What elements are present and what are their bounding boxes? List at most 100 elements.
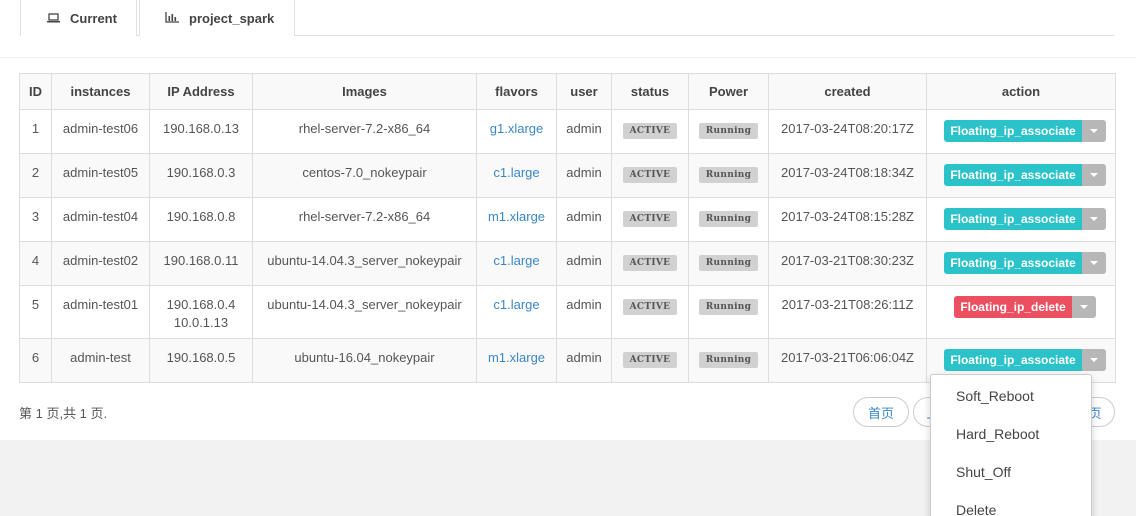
- table-row: 1 admin-test06 190.168.0.13 rhel-server-7.2…: [19, 109, 1116, 154]
- action-button-group: Floating_ip_associate: [944, 252, 1106, 274]
- ip-primary: 190.168.0.3: [166, 165, 236, 180]
- power-badge: Running: [698, 167, 759, 183]
- action-button[interactable]: Floating_ip_associate: [944, 252, 1082, 274]
- cell-instance: admin-test01: [51, 285, 150, 339]
- cell-image: ubuntu-14.04.3_server_nokeypair: [252, 241, 477, 286]
- instances-table: ID instances IP Address Images flavors u…: [19, 73, 1116, 383]
- tab-project-spark[interactable]: project_spark: [139, 0, 295, 36]
- action-dropdown-toggle[interactable]: [1081, 252, 1106, 274]
- action-dropdown-toggle[interactable]: [1081, 208, 1106, 230]
- tab-current-label: Current: [70, 10, 117, 26]
- ip-primary: 190.168.0.5: [166, 350, 236, 365]
- tab-bar: Current project_spark: [20, 0, 1114, 36]
- power-badge: Running: [698, 299, 759, 315]
- cell-id: 3: [19, 197, 52, 242]
- col-header-images[interactable]: Images: [252, 73, 477, 110]
- col-header-power[interactable]: Power: [688, 73, 769, 110]
- status-badge: ACTIVE: [622, 352, 678, 368]
- status-badge: ACTIVE: [622, 299, 678, 315]
- cell-created: 2017-03-21T08:26:11Z: [768, 285, 927, 339]
- col-header-ip-address[interactable]: IP Address: [149, 73, 253, 110]
- action-button[interactable]: Floating_ip_delete: [954, 296, 1072, 318]
- flavor-link[interactable]: m1.xlarge: [488, 350, 545, 365]
- menu-item-delete[interactable]: Delete: [931, 491, 1091, 516]
- divider: [0, 57, 1136, 58]
- action-button[interactable]: Floating_ip_associate: [944, 349, 1082, 371]
- tab-current[interactable]: Current: [20, 0, 137, 36]
- ip-secondary: 10.0.1.13: [173, 315, 229, 330]
- table-row: 4 admin-test02 190.168.0.11 ubuntu-14.04.3_…: [19, 241, 1116, 286]
- cell-image: rhel-server-7.2-x86_64: [252, 109, 477, 154]
- flavor-link[interactable]: c1.large: [493, 253, 539, 268]
- cell-id: 5: [19, 285, 52, 339]
- flavor-link[interactable]: c1.large: [493, 297, 539, 312]
- action-button[interactable]: Floating_ip_associate: [944, 208, 1082, 230]
- menu-item-shut-off[interactable]: Shut_Off: [931, 453, 1091, 491]
- cell-id: 1: [19, 109, 52, 154]
- ip-primary: 190.168.0.4: [166, 297, 236, 312]
- menu-item-hard-reboot[interactable]: Hard_Reboot: [931, 415, 1091, 453]
- power-badge: Running: [698, 123, 759, 139]
- col-header-flavors[interactable]: flavors: [476, 73, 557, 110]
- power-badge: Running: [698, 255, 759, 271]
- action-button-group: Floating_ip_associate: [944, 208, 1106, 230]
- col-header-instances[interactable]: instances: [51, 73, 150, 110]
- cell-flavor: c1.large: [476, 285, 557, 339]
- cell-instance: admin-test06: [51, 109, 150, 154]
- laptop-icon: [47, 11, 60, 26]
- action-button[interactable]: Floating_ip_associate: [944, 120, 1082, 142]
- cell-instance: admin-test: [51, 338, 150, 383]
- cell-flavor: c1.large: [476, 241, 557, 286]
- cell-created: 2017-03-24T08:20:17Z: [768, 109, 927, 154]
- status-badge: ACTIVE: [622, 167, 678, 183]
- cell-created: 2017-03-24T08:15:28Z: [768, 197, 927, 242]
- cell-image: ubuntu-14.04.3_server_nokeypair: [252, 285, 477, 339]
- cell-flavor: m1.xlarge: [476, 338, 557, 383]
- cell-created: 2017-03-21T08:30:23Z: [768, 241, 927, 286]
- flavor-link[interactable]: m1.xlarge: [488, 209, 545, 224]
- cell-action: Floating_ip_associate: [926, 241, 1116, 286]
- col-header-status[interactable]: status: [611, 73, 689, 110]
- col-header-created[interactable]: created: [768, 73, 927, 110]
- first-page-button[interactable]: 首页: [853, 397, 909, 427]
- cell-image: centos-7.0_nokeypair: [252, 153, 477, 198]
- cell-created: 2017-03-21T06:06:04Z: [768, 338, 927, 383]
- caret-down-icon: [1089, 129, 1098, 133]
- cell-ip: 190.168.0.11: [149, 241, 253, 286]
- cell-user: admin: [556, 338, 612, 383]
- action-dropdown-toggle[interactable]: [1081, 349, 1106, 371]
- tab-project-spark-label: project_spark: [189, 10, 275, 26]
- cell-image: ubuntu-16.04_nokeypair: [252, 338, 477, 383]
- status-badge: ACTIVE: [622, 211, 678, 227]
- menu-item-soft-reboot[interactable]: Soft_Reboot: [931, 377, 1091, 415]
- ip-primary: 190.168.0.13: [163, 121, 239, 136]
- cell-action: Floating_ip_delete: [926, 285, 1116, 339]
- cell-instance: admin-test02: [51, 241, 150, 286]
- cell-status: ACTIVE: [611, 285, 689, 339]
- cell-power: Running: [688, 338, 769, 383]
- cell-id: 6: [19, 338, 52, 383]
- col-header-user[interactable]: user: [556, 73, 612, 110]
- cell-user: admin: [556, 197, 612, 242]
- action-dropdown-toggle[interactable]: [1081, 120, 1106, 142]
- cell-status: ACTIVE: [611, 241, 689, 286]
- status-badge: ACTIVE: [622, 123, 678, 139]
- action-button-group: Floating_ip_associate: [944, 164, 1106, 186]
- table-row: 3 admin-test04 190.168.0.8 rhel-server-7.2-…: [19, 197, 1116, 242]
- status-badge: ACTIVE: [622, 255, 678, 271]
- cell-flavor: m1.xlarge: [476, 197, 557, 242]
- cell-ip: 190.168.0.4 10.0.1.13: [149, 285, 253, 339]
- caret-down-icon: [1089, 217, 1098, 221]
- col-header-id[interactable]: ID: [19, 73, 52, 110]
- flavor-link[interactable]: g1.xlarge: [490, 121, 543, 136]
- bar-chart-icon: [165, 11, 179, 26]
- flavor-link[interactable]: c1.large: [493, 165, 539, 180]
- cell-status: ACTIVE: [611, 109, 689, 154]
- action-dropdown-toggle[interactable]: [1071, 296, 1096, 318]
- caret-down-icon: [1089, 261, 1098, 265]
- cell-flavor: g1.xlarge: [476, 109, 557, 154]
- cell-ip: 190.168.0.3: [149, 153, 253, 198]
- cell-user: admin: [556, 241, 612, 286]
- action-button[interactable]: Floating_ip_associate: [944, 164, 1082, 186]
- action-dropdown-toggle[interactable]: [1081, 164, 1106, 186]
